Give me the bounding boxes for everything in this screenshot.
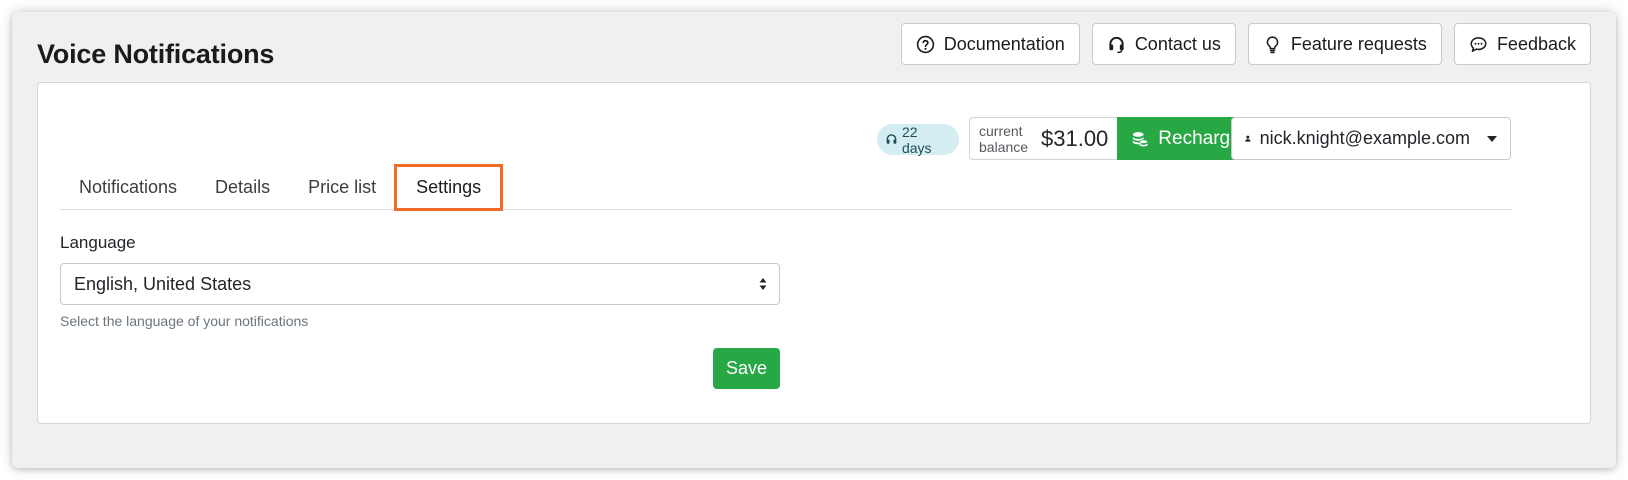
tab-settings[interactable]: Settings (394, 164, 504, 211)
select-arrows-icon (759, 278, 767, 290)
headset-icon (886, 134, 897, 144)
tab-price-list[interactable]: Price list (289, 165, 395, 210)
documentation-button[interactable]: Documentation (900, 23, 1080, 65)
days-badge-label: 22 days (901, 123, 932, 156)
settings-card: 22 days current balance $31.00 Recharge (37, 82, 1591, 424)
feedback-label: Feedback (1496, 33, 1576, 54)
chevron-down-icon (1487, 135, 1497, 142)
feature-requests-label: Feature requests (1290, 33, 1427, 54)
documentation-label: Documentation (943, 33, 1065, 54)
language-help-text: Select the language of your notification… (60, 313, 309, 329)
user-menu-dropdown[interactable]: nick.knight@example.com (1231, 117, 1511, 160)
user-email: nick.knight@example.com (1259, 128, 1470, 148)
language-select-value: English, United States (74, 273, 252, 294)
save-button[interactable]: Save (713, 348, 780, 389)
contact-us-button[interactable]: Contact us (1091, 23, 1236, 65)
tab-notifications[interactable]: Notifications (60, 165, 196, 210)
user-icon (1245, 135, 1251, 142)
question-circle-icon (916, 35, 934, 53)
language-label: Language (60, 233, 136, 252)
coins-icon (1133, 131, 1149, 146)
header-links: Documentation Contact us Feature request… (900, 23, 1591, 65)
balance-box: current balance $31.00 (969, 117, 1118, 160)
language-select[interactable]: English, United States (60, 263, 780, 305)
balance-group: current balance $31.00 Recharge (969, 117, 1255, 160)
feature-requests-button[interactable]: Feature requests (1247, 23, 1442, 65)
tab-details[interactable]: Details (196, 165, 289, 210)
app-window: Voice Notifications Documentation Contac… (12, 12, 1616, 468)
tab-bar: Notifications Details Price list Setting… (60, 164, 1512, 211)
recharge-label: Recharge (1158, 127, 1241, 149)
headset-icon (1109, 36, 1124, 53)
balance-label: current balance (979, 122, 1029, 155)
chat-bubble-icon (1470, 36, 1487, 52)
contact-us-label: Contact us (1134, 33, 1221, 54)
lightbulb-icon (1266, 35, 1279, 53)
balance-amount: $31.00 (1041, 125, 1109, 151)
feedback-button[interactable]: Feedback (1453, 23, 1591, 65)
days-badge: 22 days (877, 123, 959, 156)
page-title: Voice Notifications (37, 39, 275, 69)
